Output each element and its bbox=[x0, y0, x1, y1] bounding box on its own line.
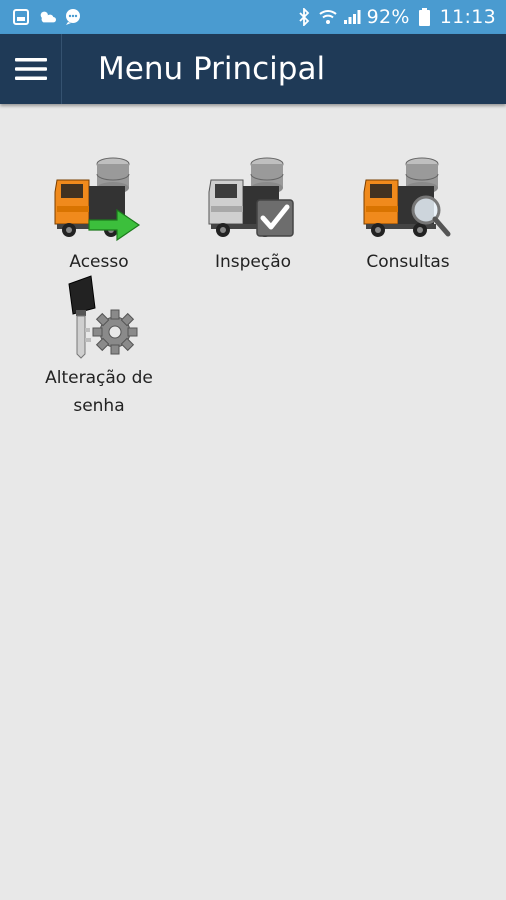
truck-query-icon bbox=[363, 157, 451, 237]
menu-item-label: Alteração de senha bbox=[45, 368, 153, 416]
battery-percent: 92% bbox=[366, 6, 410, 28]
signal-icon bbox=[343, 8, 361, 26]
status-left-icons bbox=[12, 8, 82, 26]
menu-item-alteracao-de-senha[interactable]: Alteração de senha bbox=[24, 270, 174, 420]
page-title: Menu Principal bbox=[98, 51, 326, 87]
key-gear-icon bbox=[68, 275, 138, 359]
status-time: 11:13 bbox=[439, 6, 496, 28]
bluetooth-icon bbox=[295, 8, 313, 26]
status-bar: 92% 11:13 bbox=[0, 0, 506, 34]
menu-item-label: Inspeção bbox=[214, 252, 292, 272]
menu-item-consultas[interactable]: Consultas bbox=[333, 150, 483, 276]
app-bar: Menu Principal bbox=[0, 34, 506, 104]
truck-inspection-icon bbox=[208, 157, 294, 237]
gallery-icon bbox=[12, 8, 30, 26]
hamburger-menu-icon bbox=[14, 58, 47, 80]
wifi-icon bbox=[318, 8, 337, 26]
menu-item-label: Consultas bbox=[366, 252, 450, 272]
chat-icon bbox=[64, 8, 82, 26]
hamburger-menu-button[interactable] bbox=[0, 34, 62, 104]
weather-icon bbox=[38, 8, 56, 26]
status-right-icons: 92% 11:13 bbox=[295, 6, 496, 28]
menu-item-inspecao[interactable]: Inspeção bbox=[178, 150, 328, 276]
menu-item-acesso[interactable]: Acesso bbox=[24, 150, 174, 276]
battery-icon bbox=[416, 8, 434, 26]
truck-access-icon bbox=[54, 157, 141, 242]
